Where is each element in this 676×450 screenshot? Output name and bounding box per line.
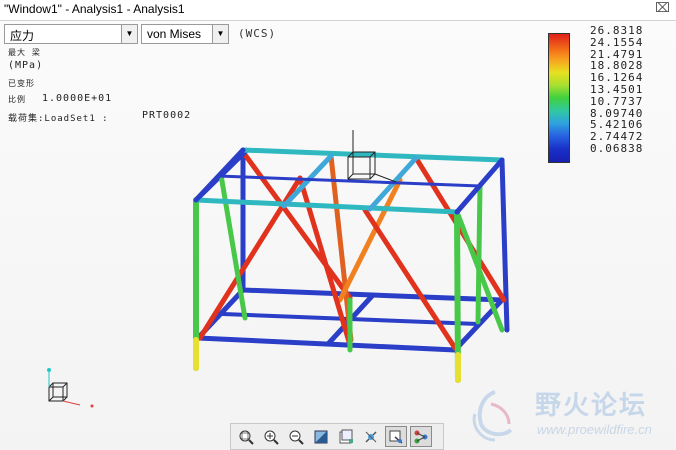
animate-icon[interactable] (385, 426, 407, 447)
view-manager-icon[interactable] (335, 426, 357, 447)
zoom-in-icon[interactable] (260, 426, 282, 447)
shade-icon[interactable] (310, 426, 332, 447)
zoom-out-icon[interactable] (285, 426, 307, 447)
orient-icon[interactable] (360, 426, 382, 447)
watermark-url: www.proewildfire.cn (537, 422, 652, 437)
axis-triad-icon (47, 368, 94, 408)
frame-beam (337, 177, 403, 303)
frame-beam (193, 197, 460, 215)
frame-beam (499, 157, 510, 333)
network-icon[interactable] (410, 426, 432, 447)
view-toolbar (230, 423, 444, 450)
zoom-fit-icon[interactable] (235, 426, 257, 447)
beam-frame-model[interactable] (0, 0, 676, 450)
watermark-logo (472, 390, 513, 442)
watermark-text: 野火论坛 (535, 391, 648, 421)
frame-beam (475, 183, 483, 325)
frame-beam (362, 207, 458, 351)
